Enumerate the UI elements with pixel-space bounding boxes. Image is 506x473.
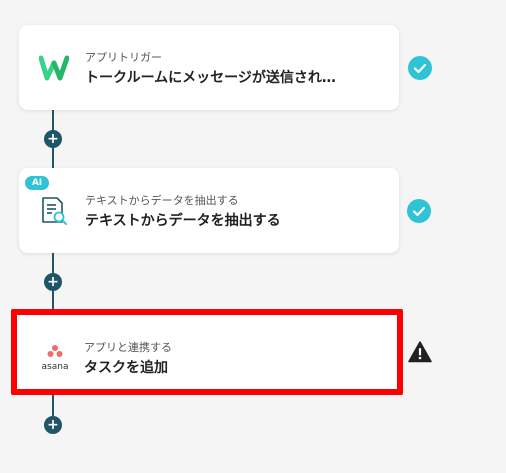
document-search-icon [39,196,69,226]
waitwhile-w-icon [38,53,70,83]
step-subtitle: テキストからデータを抽出する [85,194,239,207]
step-title: トークルームにメッセージが送信され… [85,70,336,86]
step-card-ai-extract[interactable]: テキストからデータを抽出する テキストからデータを抽出する [19,168,399,253]
step-card-trigger[interactable]: アプリトリガー トークルームにメッセージが送信され… [19,25,399,110]
step-title: タスクを追加 [84,360,168,376]
step-subtitle: アプリトリガー [85,51,162,64]
check-icon [407,199,431,223]
asana-logo-icon: asana [37,343,73,372]
step-title: テキストからデータを抽出する [85,213,281,229]
add-step-button[interactable]: + [44,273,62,291]
add-step-button[interactable]: + [44,130,62,148]
warning-icon [408,341,432,363]
check-icon [408,56,432,80]
step-card-asana-add-task[interactable]: asana アプリと連携する タスクを追加 [11,309,403,395]
add-step-button[interactable]: + [44,416,62,434]
asana-wordmark: asana [41,362,69,372]
ai-badge: AI [25,176,49,190]
step-subtitle: アプリと連携する [84,341,172,354]
